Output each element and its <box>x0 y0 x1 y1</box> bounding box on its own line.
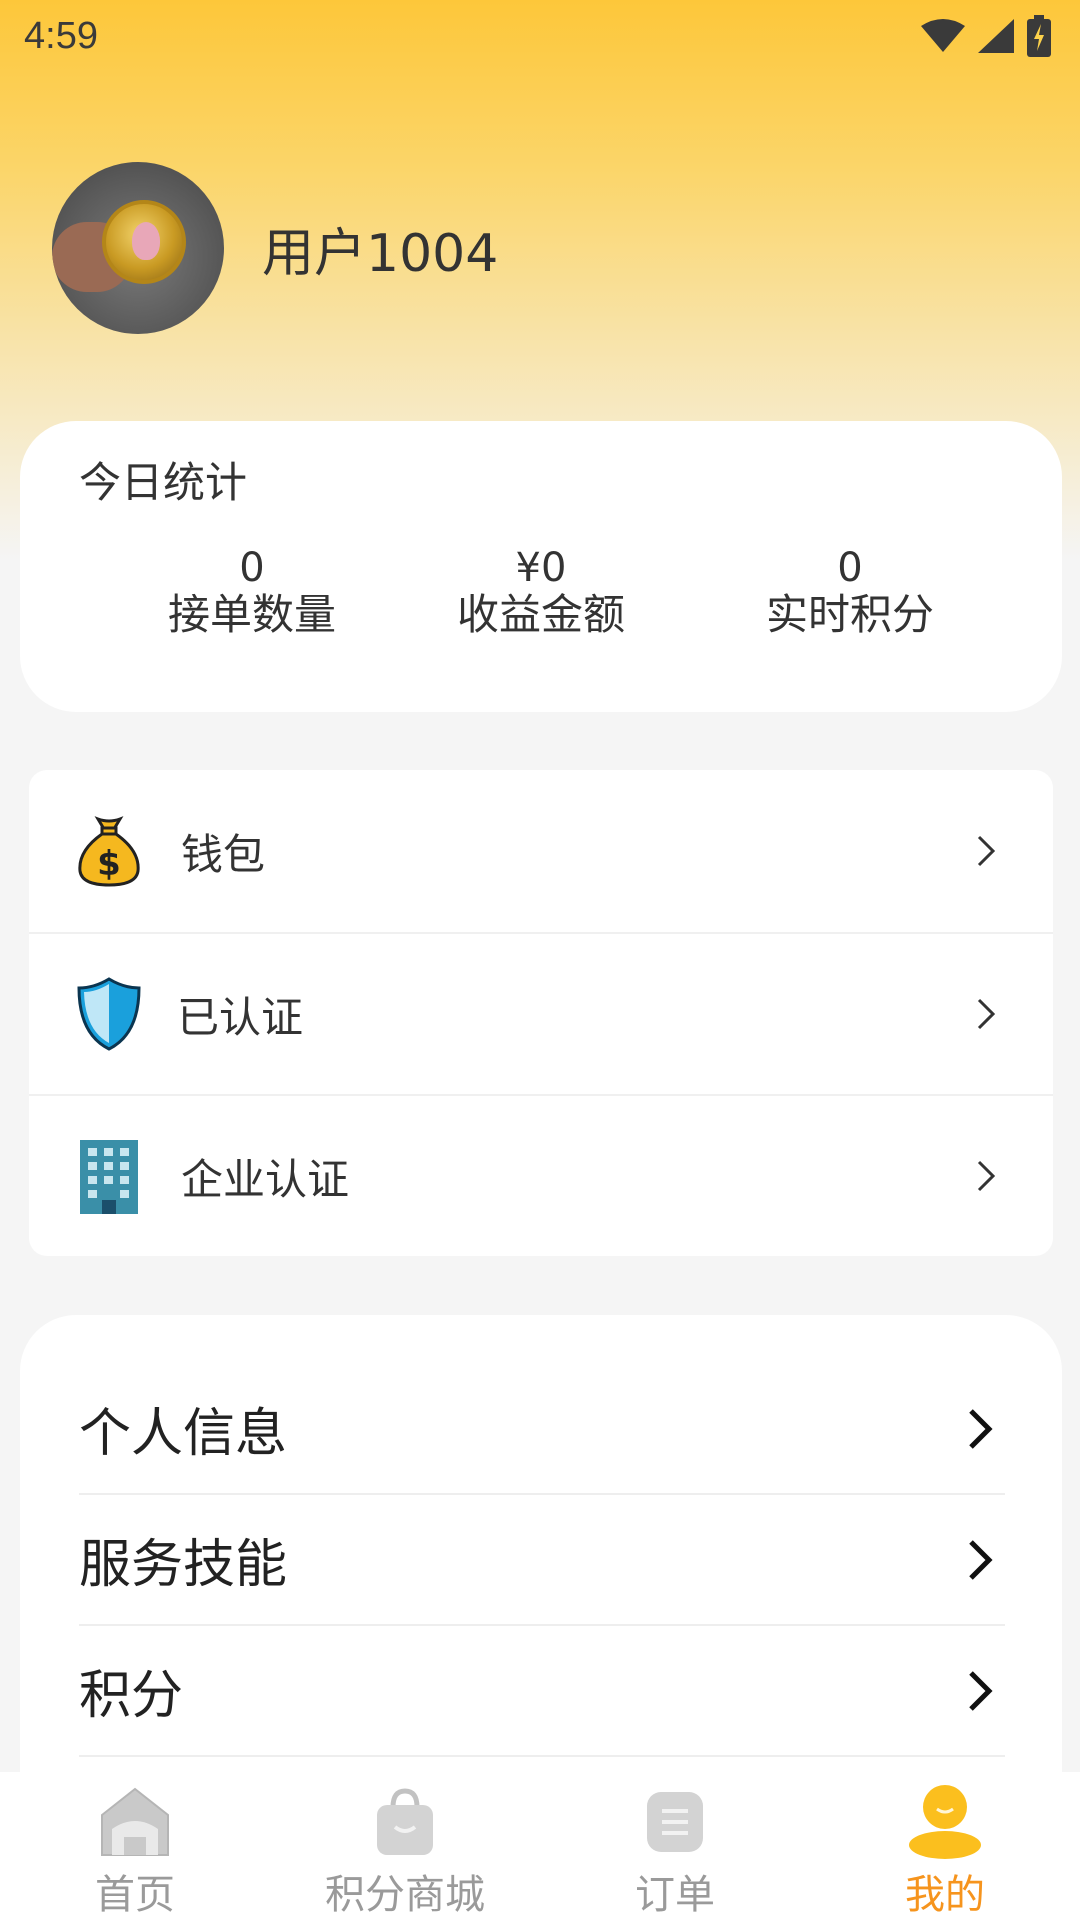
stats-title: 今日统计 <box>79 458 248 507</box>
menu-item-enterprise-verification[interactable]: 企业认证 <box>29 1094 1053 1256</box>
tab-label: 积分商城 <box>325 1872 485 1918</box>
menu-item-label: 钱包 <box>181 829 266 879</box>
chevron-right-icon <box>969 1408 993 1449</box>
chevron-right-icon <box>969 1670 993 1711</box>
avatar[interactable] <box>52 162 224 334</box>
username: 用户1004 <box>262 223 499 284</box>
stat-label: 实时积分 <box>765 590 934 639</box>
status-icons <box>920 15 1052 57</box>
list-item-personal-info[interactable]: 个人信息 <box>79 1364 1005 1495</box>
menu-item-verified[interactable]: 已认证 <box>29 932 1053 1094</box>
menu-card: $ 钱包 已认证 企业认证 <box>29 770 1053 1256</box>
stat-orders: 0 接单数量 <box>122 547 382 641</box>
bottom-tab-bar: 首页 积分商城 订单 我的 <box>0 1772 1080 1920</box>
stat-label: 接单数量 <box>167 590 336 639</box>
menu-item-label: 企业认证 <box>181 1154 350 1204</box>
chevron-right-icon <box>977 835 996 867</box>
status-time: 4:59 <box>24 14 98 57</box>
list-item-label: 服务技能 <box>79 1535 288 1595</box>
shield-icon <box>74 976 144 1052</box>
battery-icon <box>1027 15 1051 57</box>
tab-label: 我的 <box>905 1872 985 1918</box>
list-item-label: 个人信息 <box>79 1404 288 1464</box>
tab-home[interactable]: 首页 <box>0 1772 270 1920</box>
chevron-right-icon <box>969 1539 993 1580</box>
profile-header[interactable]: 用户1004 <box>52 162 498 334</box>
list-item-points[interactable]: 积分 <box>79 1626 1005 1757</box>
stat-income: ¥0 收益金额 <box>411 547 671 641</box>
stat-label: 收益金额 <box>456 590 625 639</box>
chevron-right-icon <box>977 1160 996 1192</box>
today-stats-card: 今日统计 0 接单数量 ¥0 收益金额 0 实时积分 <box>20 421 1062 712</box>
tab-label: 首页 <box>95 1872 175 1918</box>
list-item-label: 积分 <box>79 1666 184 1726</box>
shopping-bag-icon <box>365 1782 445 1862</box>
menu-item-label: 已认证 <box>177 992 304 1042</box>
money-bag-icon: $ <box>74 813 144 889</box>
tab-orders[interactable]: 订单 <box>540 1772 810 1920</box>
chevron-right-icon <box>977 998 996 1030</box>
tab-points-mall[interactable]: 积分商城 <box>270 1772 540 1920</box>
svg-text:$: $ <box>97 844 121 884</box>
wifi-icon <box>921 19 965 52</box>
signal-icon <box>978 19 1014 53</box>
settings-list-card: 个人信息 服务技能 积分 <box>20 1315 1062 1775</box>
home-icon <box>95 1782 175 1862</box>
tab-label: 订单 <box>635 1872 715 1918</box>
building-icon <box>74 1138 144 1214</box>
order-icon <box>635 1782 715 1862</box>
avatar-photo-coin <box>102 200 186 284</box>
list-item-service-skills[interactable]: 服务技能 <box>79 1495 1005 1626</box>
user-icon <box>905 1782 985 1862</box>
stat-value: ¥0 <box>515 545 567 591</box>
status-bar: 4:59 <box>0 0 1080 72</box>
tab-mine[interactable]: 我的 <box>810 1772 1080 1920</box>
menu-item-wallet[interactable]: $ 钱包 <box>29 770 1053 932</box>
stat-value: 0 <box>837 545 863 591</box>
stat-points: 0 实时积分 <box>720 547 980 641</box>
stat-value: 0 <box>239 545 265 591</box>
